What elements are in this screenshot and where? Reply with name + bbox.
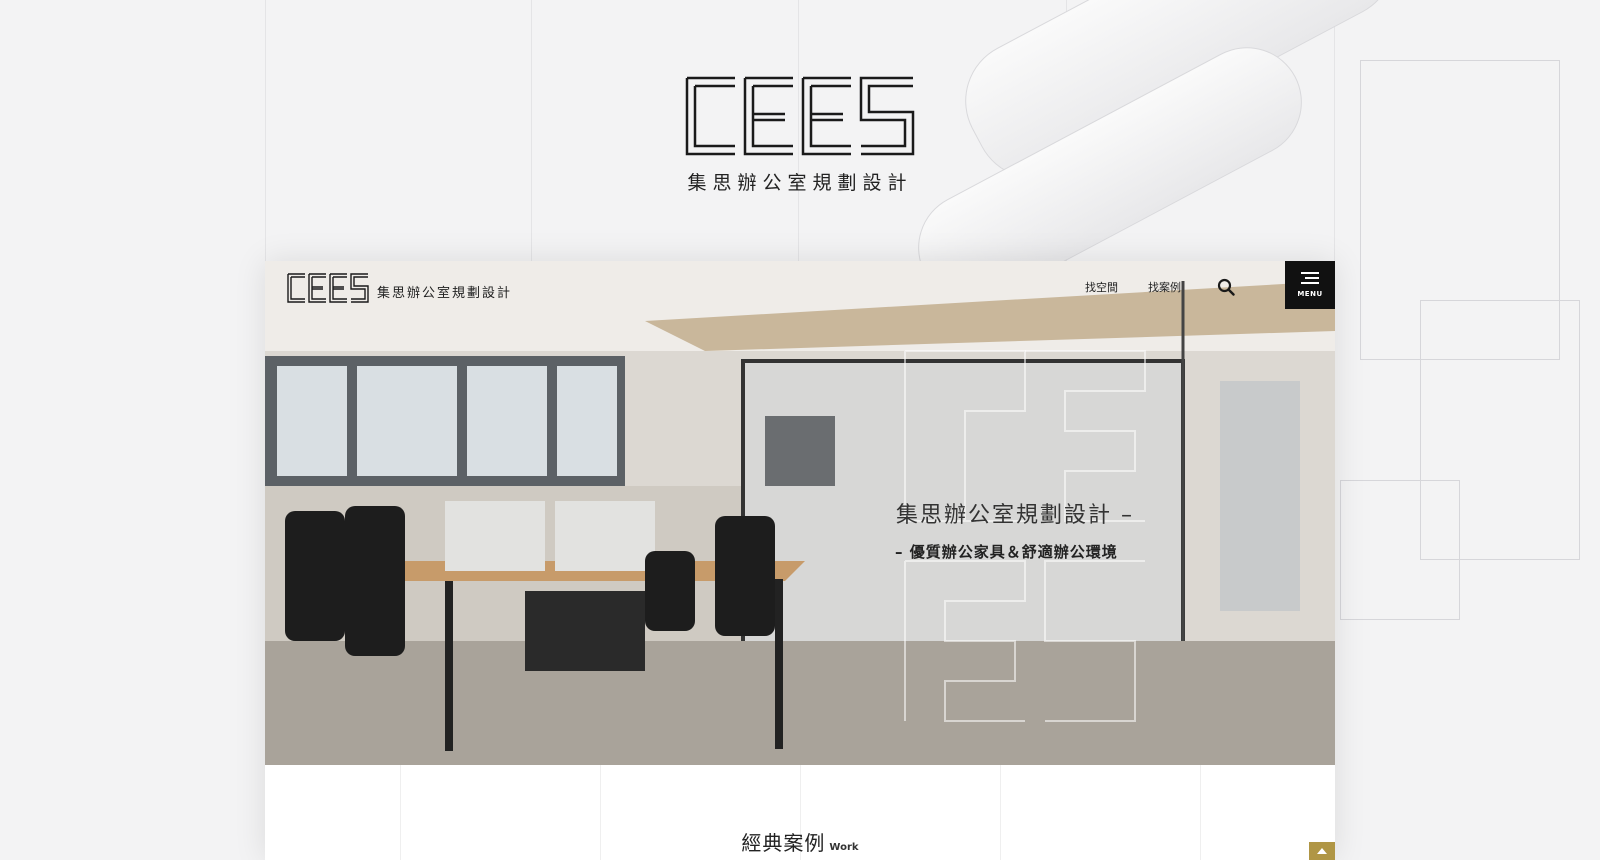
chevron-up-icon <box>1317 848 1327 854</box>
nav-find-cases[interactable]: 找案例 <box>1148 279 1181 295</box>
header-nav: 找空間 找案例 <box>1085 278 1235 296</box>
nav-find-space[interactable]: 找空間 <box>1085 279 1118 295</box>
browser-frame: 集思辦公室規劃設計 找空間 找案例 MENU 集思辦公室規劃設計 – – 優質辦… <box>265 261 1335 860</box>
office-photo <box>265 261 1335 765</box>
header-logo-text: 集思辦公室規劃設計 <box>377 285 513 301</box>
header-logo[interactable]: 集思辦公室規劃設計 <box>287 273 512 303</box>
search-icon[interactable] <box>1217 278 1235 296</box>
site-logo[interactable]: 集思辦公室規劃設計 <box>0 76 1600 195</box>
hero-tagline-main: 集思辦公室規劃設計 – <box>896 503 1134 528</box>
hero-tagline-sub: – 優質辦公家具＆舒適辦公環境 <box>895 543 1118 561</box>
logo-subtitle: 集思辦公室規劃設計 <box>687 172 913 194</box>
section-heading: 經典案例 Work <box>265 827 1335 856</box>
logo-mark <box>685 76 915 156</box>
hamburger-icon <box>1301 272 1319 274</box>
section-subtitle: Work <box>829 842 859 853</box>
back-to-top-button[interactable] <box>1309 842 1335 860</box>
section-title: 經典案例 <box>741 831 826 855</box>
menu-label: MENU <box>1297 290 1323 298</box>
logo-mark-small <box>287 273 369 303</box>
hero-banner: 集思辦公室規劃設計 找空間 找案例 MENU 集思辦公室規劃設計 – – 優質辦… <box>265 261 1335 765</box>
menu-button[interactable]: MENU <box>1285 261 1335 309</box>
